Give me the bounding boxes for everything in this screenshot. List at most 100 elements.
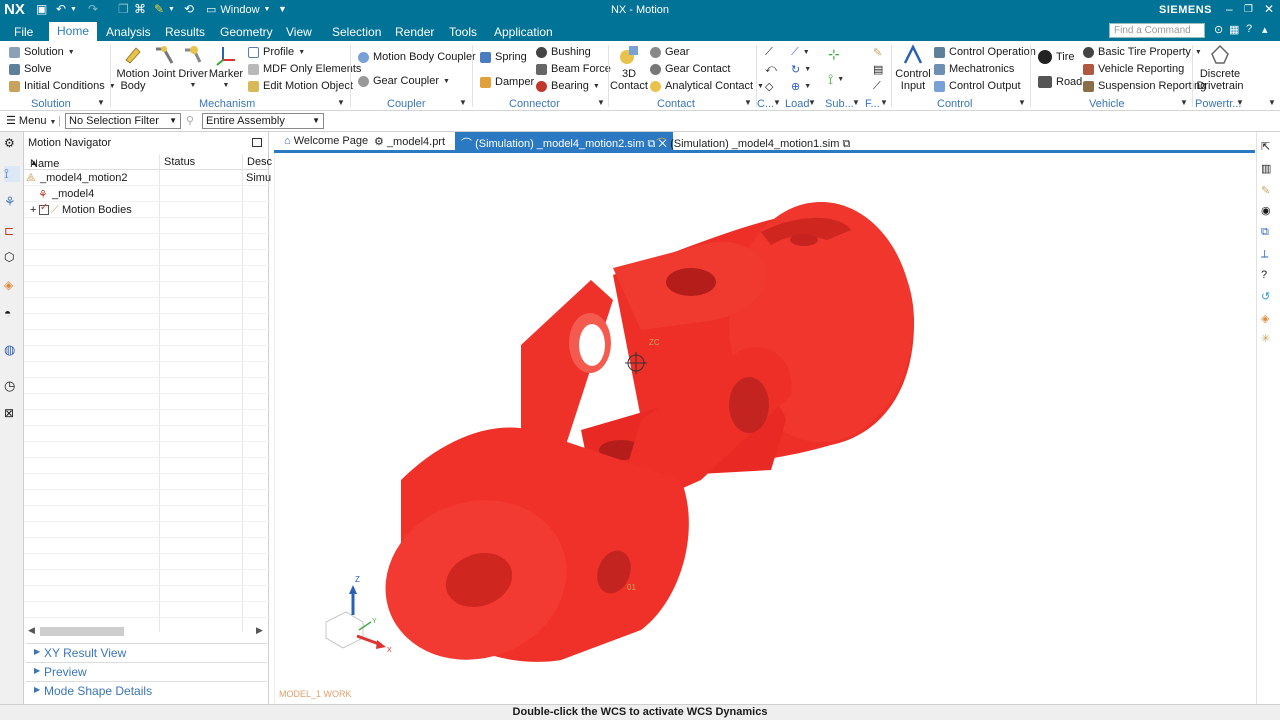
visibility-icon[interactable]: ◉ [1261, 204, 1276, 219]
pencil-icon[interactable]: ✎ [1261, 184, 1276, 199]
tab-tools[interactable]: Tools [441, 23, 485, 41]
scrollbar-thumb[interactable] [40, 627, 124, 636]
initial-conditions-button[interactable]: Initial Conditions ▼ [9, 78, 116, 94]
selection-scope-select[interactable]: Entire Assembly ▼ [202, 113, 324, 129]
panel-mode-shape-details[interactable]: ▶ Mode Shape Details [26, 681, 267, 699]
repeat-command-icon[interactable]: ⟲ [184, 2, 194, 16]
graphics-viewport[interactable]: ZC 01 Z Y X MODEL_1 WORK [274, 153, 1255, 704]
driver-button[interactable]: Driver ▼ [178, 44, 208, 92]
group-expand-icon[interactable]: ▼ [773, 98, 781, 107]
search-icon[interactable]: ⚲ [1193, 22, 1202, 36]
customize-qa-icon[interactable]: ▼ [278, 4, 287, 14]
tab-model4-prt[interactable]: ⚙ _model4.prt [368, 132, 451, 151]
restore-icon[interactable]: ❐ [1244, 4, 1253, 15]
window-menu[interactable]: ▭ Window ▼ [206, 3, 270, 17]
help-circle-icon[interactable]: ? [1261, 269, 1276, 284]
tab-results[interactable]: Results [157, 23, 213, 41]
view-triad[interactable]: Z Y X [325, 575, 392, 654]
analytical-contact-button[interactable]: Analytical Contact ▼ [650, 78, 764, 94]
motion-navigator-icon[interactable]: ⟟ [4, 166, 20, 182]
tab-file[interactable]: File [6, 23, 41, 41]
damper-button[interactable]: Damper [480, 74, 534, 90]
panel-xy-result-view[interactable]: ▶ XY Result View [26, 643, 267, 661]
web-browser-icon[interactable]: ◍ [4, 342, 20, 358]
expand-icon[interactable]: + [30, 204, 36, 216]
tree-row-motion-bodies[interactable]: + ✓ ⟋ Motion Bodies [24, 202, 269, 218]
ribbon-options-icon[interactable]: ▦ [1229, 23, 1239, 36]
constraint-icon[interactable]: ⟋ [765, 44, 773, 60]
bushing-button[interactable]: Bushing [536, 44, 591, 60]
control-input-button[interactable]: Control Input [894, 44, 932, 92]
tree-row-model[interactable]: ⚘ _model4 [24, 186, 269, 202]
group-expand-icon[interactable]: ▼ [852, 98, 860, 107]
bearing-button[interactable]: Bearing ▼ [536, 78, 600, 94]
gear-button[interactable]: Gear [650, 44, 689, 60]
profile-button[interactable]: Profile ▼ [248, 44, 305, 60]
tab-home[interactable]: Home [49, 22, 98, 41]
scroll-right-icon[interactable]: ▶ [256, 625, 263, 636]
constraint-3-icon[interactable]: ◇ [765, 78, 773, 94]
mechatronics-button[interactable]: Mechatronics [934, 61, 1014, 77]
minimize-icon[interactable]: – [1226, 2, 1233, 16]
restore-panel-icon[interactable] [252, 138, 262, 147]
tire-button[interactable]: Tire [1038, 49, 1075, 65]
gear-coupler-button[interactable]: Gear Coupler ▼ [358, 73, 450, 89]
tab-geometry[interactable]: Geometry [212, 23, 281, 41]
copy-view-icon[interactable]: ⧉ [1261, 226, 1276, 241]
discrete-drivetrain-button[interactable]: Discrete Drivetrain [1196, 44, 1244, 92]
scalar-force-icon[interactable]: ⟋ ▼ [791, 44, 810, 60]
history-arrow-icon[interactable]: ↺ [1261, 290, 1276, 305]
vector-force-icon[interactable]: ⊕ ▼ [791, 78, 811, 94]
constraint-2-icon[interactable]: ⤺ [765, 61, 777, 77]
solution-button[interactable]: Solution ▼ [9, 44, 75, 60]
close-icon[interactable]: ✕ [1264, 2, 1274, 16]
solve-button[interactable]: Solve [9, 61, 52, 77]
tree-row-simulation[interactable]: ⟁ _model4_motion2 Simu [24, 170, 271, 186]
tab-application[interactable]: Application [486, 23, 561, 41]
horizontal-scrollbar[interactable]: ◀ ▶ [28, 625, 266, 638]
column-header-description[interactable]: Desc [247, 156, 272, 168]
cut-icon[interactable]: ⌘ [134, 2, 146, 16]
group-expand-icon[interactable]: ▼ [1018, 98, 1026, 107]
subroutine-2-icon[interactable]: ⟟ ▼ [828, 71, 844, 87]
part-navigator-icon[interactable]: ⬡ [4, 250, 20, 266]
tab-render[interactable]: Render [387, 23, 442, 41]
history-icon[interactable]: ◷ [4, 378, 20, 394]
settings-gear-icon[interactable]: ⚙ [4, 136, 20, 152]
undo-dropdown-icon[interactable]: ▼ [70, 6, 77, 13]
layout-icon[interactable]: ▥ [1261, 162, 1276, 177]
tab-view[interactable]: View [278, 23, 320, 41]
group-expand-icon[interactable]: ▼ [808, 98, 816, 107]
redo-icon[interactable]: ↷ [88, 2, 98, 16]
filter-reset-icon[interactable]: ⚲ [186, 114, 194, 127]
hd3d-tools-icon[interactable]: ◓ [4, 306, 20, 322]
marker-button[interactable]: Marker ▼ [208, 44, 244, 92]
edit-motion-object-button[interactable]: Edit Motion Object [248, 78, 353, 94]
road-button[interactable]: Road [1038, 74, 1082, 90]
function-2-icon[interactable]: ▤ [873, 61, 883, 77]
beam-force-button[interactable]: Beam Force [536, 61, 611, 77]
selection-filter-select[interactable]: No Selection Filter ▼ [65, 113, 181, 129]
mdf-only-elements-button[interactable]: MDF Only Elements [248, 61, 361, 77]
menu-button[interactable]: ☰ Menu ▼ [6, 114, 56, 127]
panel-preview[interactable]: ▶ Preview [26, 662, 267, 680]
control-operation-button[interactable]: Control Operation [934, 44, 1036, 60]
constraint-navigator-icon[interactable]: ⊏ [4, 224, 20, 240]
copy-icon[interactable]: ❐ [118, 2, 129, 16]
group-expand-icon[interactable]: ▼ [744, 98, 752, 107]
basic-tire-property-button[interactable]: Basic Tire Property ▼ [1083, 44, 1202, 60]
column-header-status[interactable]: Status [164, 156, 195, 168]
motion-body-coupler-button[interactable]: Motion Body Coupler [358, 49, 476, 65]
spring-button[interactable]: Spring [480, 49, 527, 65]
subroutine-icon[interactable]: ⊹ [828, 46, 840, 62]
motion-body-button[interactable]: Motion Body [114, 44, 152, 92]
function-icon[interactable]: ✎ [873, 44, 882, 60]
tab-analysis[interactable]: Analysis [98, 23, 159, 41]
csys-icon[interactable]: ⟂ [1261, 248, 1276, 263]
lighting-icon[interactable]: ✳ [1261, 332, 1276, 347]
help-icon[interactable]: ? [1246, 23, 1252, 35]
info-icon[interactable]: ⊙ [1214, 23, 1223, 36]
gear-contact-button[interactable]: Gear Contact [650, 61, 730, 77]
3d-contact-button[interactable]: 3D Contact [610, 44, 648, 92]
group-expand-icon[interactable]: ▼ [1236, 98, 1244, 107]
